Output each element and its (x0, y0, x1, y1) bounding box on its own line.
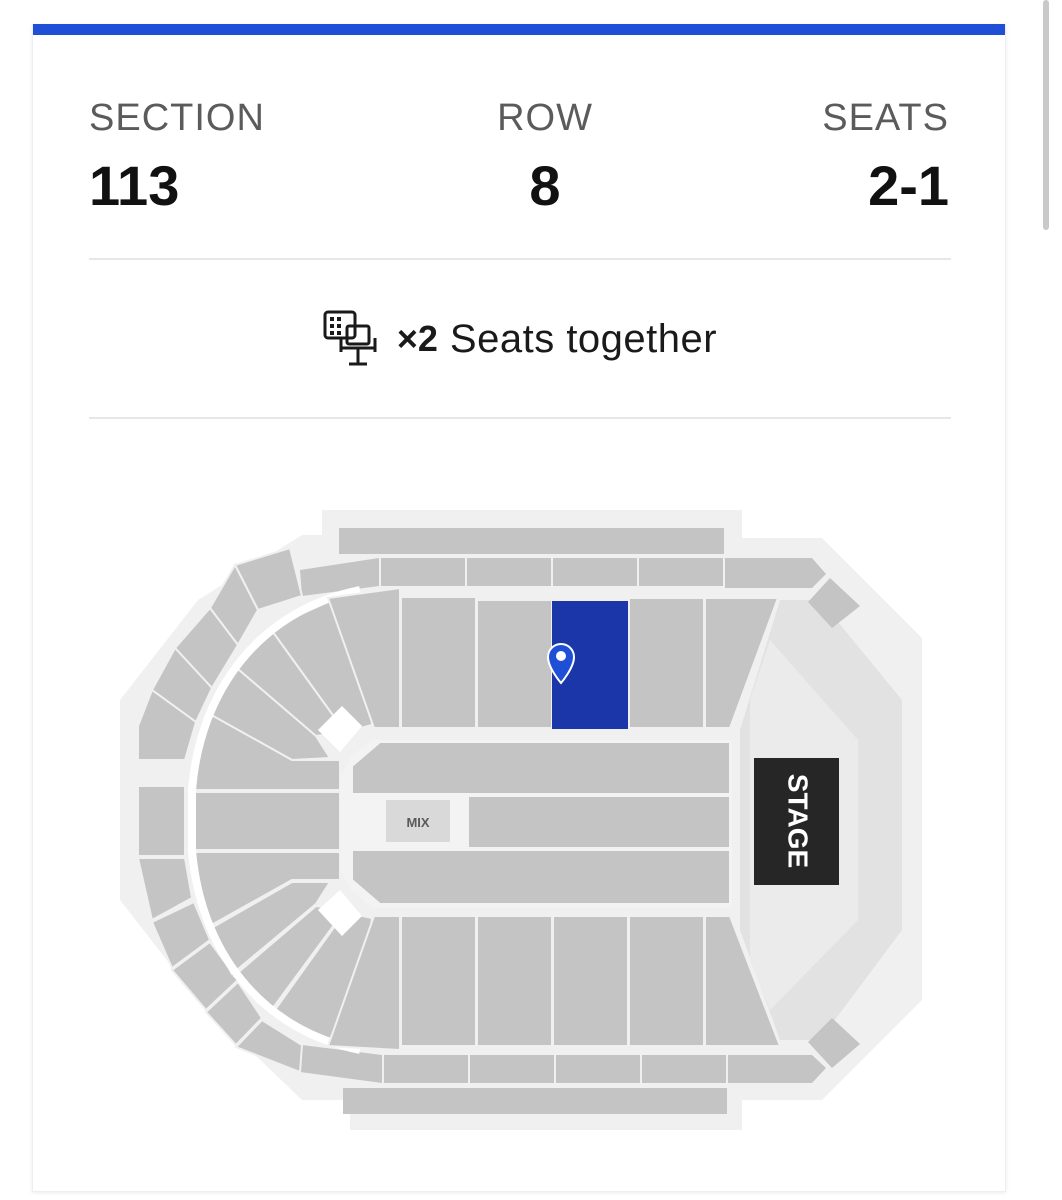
seats-value: 2-1 (868, 154, 949, 217)
section-lower-top[interactable] (476, 599, 553, 729)
accent-bar (33, 24, 1005, 35)
section-upper-bottom[interactable] (343, 1088, 727, 1114)
seat-quantity: ×2 (396, 318, 438, 359)
section-top-box[interactable] (553, 558, 637, 586)
section-bottom-box[interactable] (384, 1055, 468, 1083)
section-lower-bottom[interactable] (552, 915, 629, 1047)
section-bottom-box[interactable] (470, 1055, 554, 1083)
seats-info: SEATS 2-1 (822, 96, 949, 218)
section-info: SECTION 113 (89, 96, 265, 218)
section-lower-bottom[interactable] (400, 915, 477, 1047)
divider (89, 417, 951, 419)
row-info: ROW 8 (445, 96, 645, 218)
scrollbar[interactable] (1043, 0, 1049, 230)
section-outer-left[interactable] (137, 785, 186, 857)
section-top-box[interactable] (639, 558, 723, 586)
row-label: ROW (497, 97, 593, 139)
section-floor[interactable] (467, 795, 731, 849)
section-label: SECTION (89, 97, 265, 139)
section-floor[interactable] (351, 741, 731, 795)
section-bottom-box[interactable] (642, 1055, 726, 1083)
section-top-box[interactable] (467, 558, 551, 586)
seats-together-row: ×2 Seats together (33, 304, 1005, 374)
seats-together-text: Seats together (449, 316, 718, 361)
section-value: 113 (89, 154, 180, 217)
section-bottom-box[interactable] (728, 1055, 826, 1083)
section-113[interactable] (552, 601, 629, 729)
seats-label: SEATS (822, 97, 949, 139)
section-bottom-box[interactable] (556, 1055, 640, 1083)
section-lower-bottom[interactable] (476, 915, 553, 1047)
seats-together-icon (323, 310, 377, 366)
section-floor[interactable] (351, 849, 731, 905)
section-top-box[interactable] (381, 558, 465, 586)
divider (89, 258, 951, 260)
section-lower-left[interactable] (193, 791, 341, 851)
section-lower-top[interactable] (628, 597, 705, 729)
section-top-box[interactable] (725, 558, 826, 588)
section-upper-top[interactable] (339, 528, 724, 554)
section-lower-bottom[interactable] (628, 915, 705, 1047)
section-lower-top[interactable] (400, 596, 477, 729)
row-value: 8 (529, 154, 561, 217)
